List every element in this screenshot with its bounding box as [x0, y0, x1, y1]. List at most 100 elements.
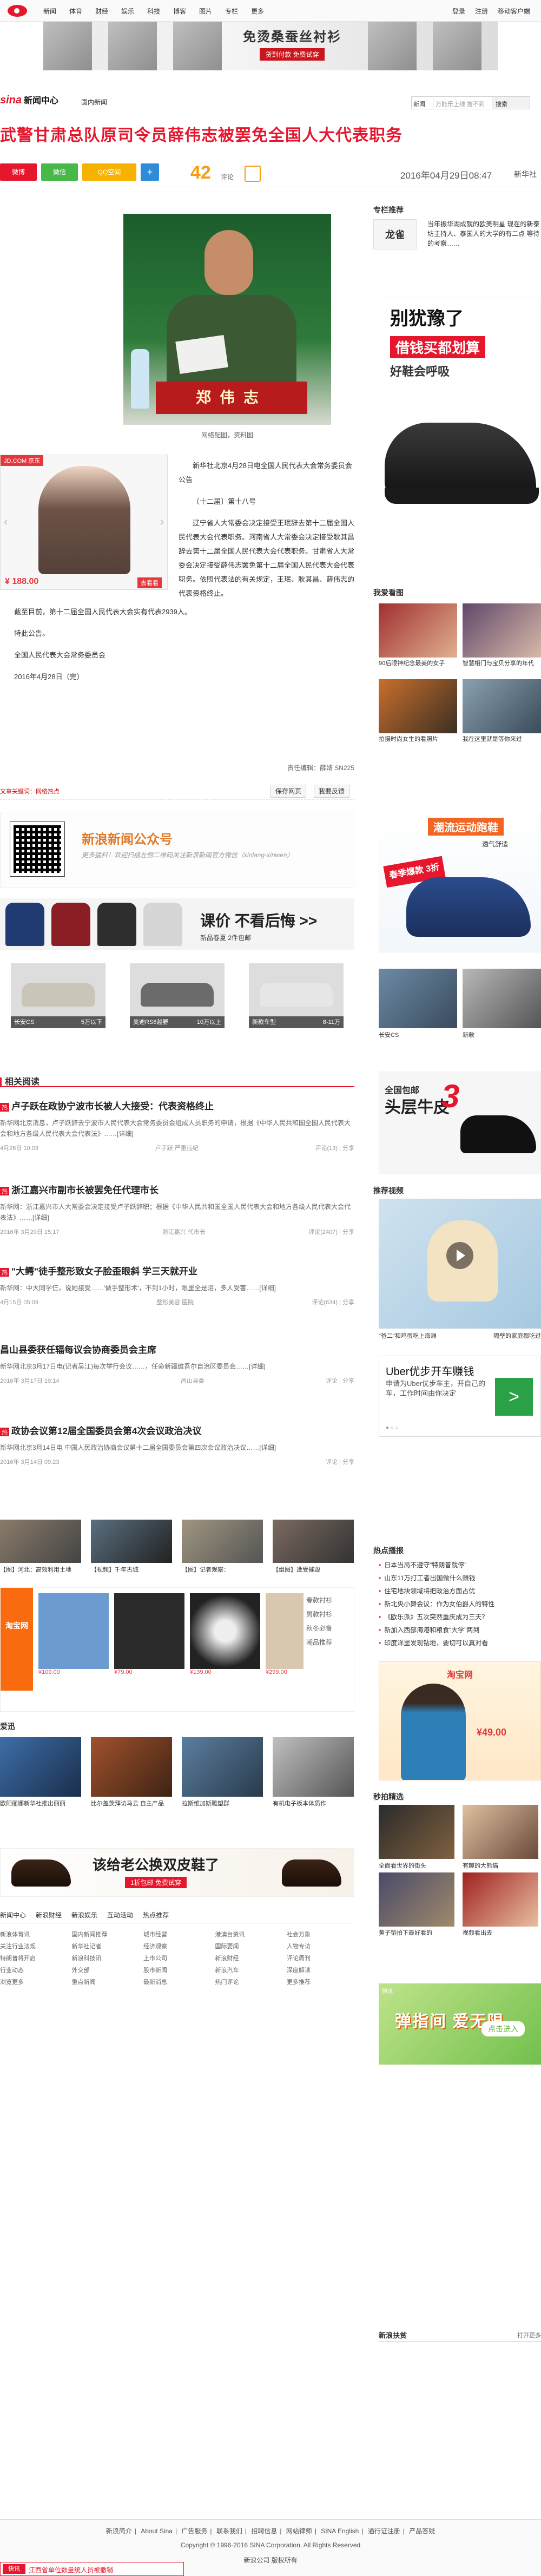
taobao-shop-ad[interactable]: 淘宝网 ¥109.00 ¥79.00 ¥139.00 ¥299.00 春款衬衫 … [0, 1587, 354, 1712]
bottom-link[interactable]: 新华社记者 [72, 1941, 140, 1953]
taobao-dress-ad[interactable]: 淘宝网 ¥49.00 [379, 1661, 541, 1780]
bottom-tab[interactable]: 热点推荐 [143, 1910, 169, 1923]
news-ticker[interactable]: 快讯 江西省单位数量统人员被撤销 [0, 2562, 184, 2576]
hot-caption[interactable]: 欧阳丽娜新华社推出丽丽 [0, 1799, 81, 1808]
thumb-image[interactable] [273, 1520, 354, 1563]
car-image[interactable] [463, 969, 541, 1028]
related-item-share[interactable]: 评论(634) | 分享 [312, 1298, 354, 1306]
bottom-link[interactable]: 浏览更多 [0, 1976, 68, 1988]
bottom-link[interactable]: 最新消息 [143, 1976, 211, 1988]
car-ad-right[interactable]: 长安CS 新款 [379, 969, 541, 1044]
channel-name[interactable]: 国内新闻 [81, 97, 107, 107]
footer-link[interactable]: 通行证注册 [368, 2527, 400, 2535]
top-banner-ad[interactable]: 免烫桑蚕丝衬衫 货到付款 免费试穿 [43, 22, 498, 70]
sina-logo[interactable]: sina 新闻中心 [0, 93, 58, 107]
grid-caption[interactable]: 智慧相门与宝贝分享的年代 [463, 660, 541, 668]
register-link[interactable]: 注册 [475, 6, 488, 16]
shop-side-item[interactable]: 潮品推荐 [306, 1635, 352, 1650]
bottom-link[interactable]: 经济观察 [143, 1941, 211, 1953]
thumb-caption[interactable]: 【视频】千年古城 [91, 1565, 172, 1574]
footer-link[interactable]: 网站律师 [286, 2527, 312, 2535]
play-icon[interactable] [446, 1242, 473, 1269]
related-item-title[interactable]: 政协会议第12届全国委员会第4次会议政治决议 [11, 1426, 201, 1436]
bottom-tab[interactable]: 互动活动 [107, 1910, 133, 1923]
video-caption[interactable]: 隔壁的家庭都吃过 [493, 1331, 541, 1340]
shoe-banner-ad[interactable]: 该给老公换双皮鞋了 1折包邮 免费试穿 [0, 1848, 354, 1897]
nav-link-photo[interactable]: 图片 [199, 6, 212, 16]
bottom-link[interactable]: 人物专访 [287, 1941, 354, 1953]
nav-link-finance[interactable]: 财经 [95, 6, 108, 16]
car-card[interactable]: 新款车型 8-11万 [249, 963, 344, 1028]
login-link[interactable]: 登录 [452, 6, 465, 16]
right-shoe-ad[interactable]: 别犹豫了 借钱买都划算 好鞋会呼吸 [379, 298, 541, 568]
thumb-image[interactable] [0, 1520, 81, 1563]
bottom-link[interactable]: 新浪财经 [215, 1953, 283, 1964]
arrow-right-icon[interactable]: > [495, 1378, 533, 1416]
car-image[interactable] [379, 969, 457, 1028]
related-item-tags[interactable]: 昌山县委 [181, 1376, 204, 1385]
grid-image[interactable] [463, 679, 541, 733]
grid-caption[interactable]: 我在这里就是等你来过 [463, 735, 541, 744]
column-rec-text[interactable]: 当年振华湖成就的欧美明星 现在的新泰坊主持人、泰国人的大学的有二点 等待的考察…… [427, 219, 541, 248]
footer-link[interactable]: 产品答疑 [409, 2527, 435, 2535]
bottom-link[interactable]: 外交部 [72, 1964, 140, 1976]
related-item-tags[interactable]: 卢子跃 严重违纪 [155, 1144, 199, 1152]
chevron-right-icon[interactable]: › [160, 515, 164, 529]
ad-button[interactable]: 点击进入 [481, 2021, 525, 2036]
nav-link-more[interactable]: 更多 [251, 6, 264, 16]
search-select[interactable]: 新闻 [411, 96, 433, 109]
bottom-link[interactable]: 股市新闻 [143, 1964, 211, 1976]
miaopai-image[interactable] [379, 1872, 454, 1927]
miaopai-caption[interactable]: 全面看世界的街头 [379, 1861, 454, 1870]
miaopai-image[interactable] [463, 1872, 538, 1927]
right-bottom-more[interactable]: 打开更多 [517, 2331, 541, 2340]
video-caption[interactable]: "爸二"和鸡蛋吃上海滩 [379, 1331, 437, 1340]
bottom-link[interactable]: 新浪体育讯 [0, 1929, 68, 1941]
hot-list-item[interactable]: 新北央小舞会议：作为女伯爵人的特性 [379, 1598, 541, 1611]
column-rec[interactable]: 龙雀 当年振华湖成就的欧美明星 现在的新泰坊主持人、泰国人的大学的有二点 等待的… [373, 219, 541, 268]
bottom-tab[interactable]: 新闻中心 [0, 1910, 26, 1923]
thumb-caption[interactable]: 【组图】遭受摧毁 [273, 1565, 354, 1574]
related-item-share[interactable]: 评论(2407) | 分享 [308, 1227, 354, 1236]
hot-caption[interactable]: 拉斯维加斯雕塑群 [182, 1799, 263, 1808]
share-weibo-button[interactable]: 微博 [0, 163, 37, 181]
comment-count[interactable]: 42 [190, 162, 211, 183]
thumb-image[interactable] [182, 1520, 263, 1563]
green-promo-ad[interactable]: 快讯 弹指间 爱无限 点击进入 [379, 1983, 541, 2065]
bottom-link[interactable]: 港澳台资讯 [215, 1929, 283, 1941]
running-shoe-ad[interactable]: 潮流运动跑鞋 透气舒适 春季爆款 3折 [379, 812, 541, 952]
bottom-tab[interactable]: 新浪娱乐 [71, 1910, 97, 1923]
shop-item[interactable]: ¥139.00 [190, 1593, 260, 1680]
car-caption[interactable]: 新款 [463, 1030, 474, 1039]
hot-list-item[interactable]: 住宅地块领域将把政治方面占优 [379, 1585, 541, 1598]
hot-image[interactable] [0, 1737, 81, 1797]
nav-link-ent[interactable]: 娱乐 [121, 6, 134, 16]
shop-item[interactable]: ¥109.00 [38, 1593, 109, 1680]
bottom-link[interactable]: 社会万象 [287, 1929, 354, 1941]
thumb-caption[interactable]: 【图】河北：高效利用土地 [0, 1565, 81, 1574]
search-button[interactable]: 搜索 [492, 96, 530, 109]
nav-link-sports[interactable]: 体育 [69, 6, 82, 16]
hot-image[interactable] [182, 1737, 263, 1797]
bottom-link[interactable]: 行业动态 [0, 1964, 68, 1976]
bottom-link[interactable]: 深度解读 [287, 1964, 354, 1976]
related-item[interactable]: 昌山县委获任辐每议会协商委员会主席 新华网北京3月17日电(记者吴江)每次举行会… [0, 1342, 354, 1385]
ticker-text[interactable]: 江西省单位数量统人员被撤销 [29, 2565, 113, 2574]
related-item[interactable]: 热 "大鳄"徒手整形致女子脸歪眼斜 学三天就开业 新华网：中大同学仨，说她接受……… [0, 1264, 354, 1306]
car-card[interactable]: 长安CS 5万以下 [11, 963, 105, 1028]
sina-eye-logo[interactable] [8, 5, 27, 17]
footer-link[interactable]: 招聘信息 [251, 2527, 277, 2535]
related-item-share[interactable]: 评论(13) | 分享 [315, 1144, 354, 1152]
bottom-link[interactable]: 国内新闻推荐 [72, 1929, 140, 1941]
hot-caption[interactable]: 有机电子板本体质作 [273, 1799, 354, 1808]
footer-link[interactable]: 联系我们 [216, 2527, 242, 2535]
share-wechat-button[interactable]: 微信 [41, 163, 78, 181]
bottom-link[interactable]: 上市公司 [143, 1953, 211, 1964]
bottom-link[interactable]: 国际要闻 [215, 1941, 283, 1953]
chevron-left-icon[interactable]: ‹ [4, 515, 8, 529]
leather-shoe-ad[interactable]: 全国包邮 头层牛皮 3 [379, 1072, 541, 1174]
carousel-dots[interactable]: ● ○ ○ [386, 1425, 399, 1431]
article-source[interactable]: 新华社 [514, 169, 537, 180]
hot-list-item[interactable]: 日本当局不遵守“特朗普就停” [379, 1559, 541, 1572]
thumb-caption[interactable]: 【图】记者观察： [182, 1565, 263, 1574]
